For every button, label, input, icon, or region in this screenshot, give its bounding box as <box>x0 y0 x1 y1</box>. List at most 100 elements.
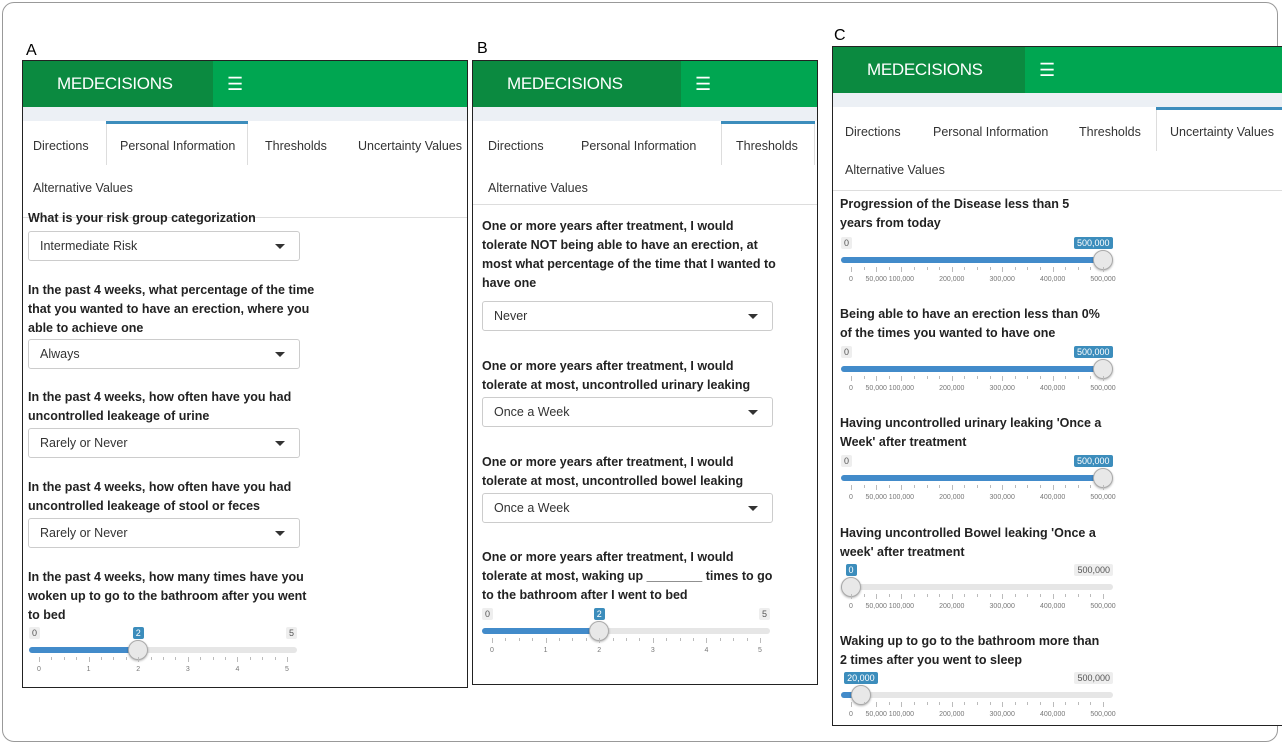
slider-ticks <box>841 702 1113 708</box>
slider-minor-tick <box>1065 594 1067 597</box>
slider-major-tick <box>951 594 953 599</box>
urinary-uncertainty-slider[interactable]: 0 500,000 500,000 0 50,000100,000 200,000 300,… <box>841 455 1116 507</box>
slider-major-tick <box>876 485 878 490</box>
slider-minor-tick <box>200 657 202 660</box>
slider-major-tick <box>901 376 903 381</box>
slider-track[interactable] <box>841 584 1113 590</box>
urine-select[interactable]: Rarely or Never <box>28 428 300 458</box>
slider-major-tick <box>851 702 852 707</box>
tab-bar: Directions Personal Information Threshol… <box>473 121 817 205</box>
slider-min-label: 0 <box>482 608 494 620</box>
slider-minor-tick <box>1065 267 1067 270</box>
slider-major-tick <box>138 657 140 662</box>
bathroom-uncertainty-slider[interactable]: 0500,00020,000050,000100,000200,000300,0… <box>841 672 1116 724</box>
tab-alternative-values[interactable]: Alternative Values <box>33 181 133 195</box>
erection-threshold-select[interactable]: Never <box>482 301 773 331</box>
tab-uncertainty-values[interactable]: Uncertainty Values <box>358 139 462 153</box>
slider-minor-tick <box>888 702 890 705</box>
slider-tick-label: 500,000 <box>1090 603 1116 610</box>
hamburger-icon[interactable]: ☰ <box>213 61 243 107</box>
risk-group-select[interactable]: Intermediate Risk <box>28 231 300 261</box>
tab-personal-information[interactable]: Personal Information <box>581 139 696 153</box>
slider-minor-tick <box>1040 594 1041 597</box>
slider-major-tick <box>901 594 903 599</box>
slider-tick-label: 400,000 <box>1039 603 1066 610</box>
slider-minor-tick <box>964 594 966 597</box>
question-erection-threshold: One or more years after treatment, I wou… <box>482 219 776 290</box>
slider-major-tick <box>1002 267 1004 272</box>
slider-tick-label: 0 <box>849 711 853 718</box>
bowel-uncertainty-slider[interactable]: 0500,0000050,000100,000200,000300,000400… <box>841 564 1116 616</box>
urinary-threshold-select[interactable]: Once a Week <box>482 397 773 427</box>
caret-down-icon <box>275 352 285 357</box>
slider-minor-tick <box>518 638 520 641</box>
slider-major-tick <box>901 267 903 272</box>
bathroom-slider[interactable]: 0 5 2 0 1 2 3 4 5 <box>29 627 297 683</box>
app-brand[interactable]: MEDECISIONS <box>473 61 681 107</box>
tab-personal-information[interactable]: Personal Information <box>106 121 248 165</box>
slider-tick-label: 50,000 <box>865 711 887 718</box>
slider-minor-tick <box>1040 376 1041 379</box>
slider-tick-label: 3 <box>185 666 190 673</box>
stool-select[interactable]: Rarely or Never <box>28 518 300 548</box>
slider-ticks <box>841 485 1113 491</box>
panel-a: MEDECISIONS ☰ Directions Personal Inform… <box>22 60 468 688</box>
caret-down-icon <box>275 244 285 249</box>
slider-minor-tick <box>679 638 681 641</box>
panel-b: MEDECISIONS ☰ Directions Personal Inform… <box>472 60 818 685</box>
question-progression: Progression of the Disease less than 5 y… <box>840 197 1070 230</box>
slider-minor-tick <box>863 267 865 270</box>
bathroom-threshold-slider[interactable]: 0 5 2 0 1 2 3 4 5 <box>482 608 770 664</box>
slider-major-tick <box>237 657 239 662</box>
slider-minor-tick <box>989 267 991 270</box>
tab-personal-information[interactable]: Personal Information <box>933 125 1048 139</box>
app-brand[interactable]: MEDECISIONS <box>833 47 1025 93</box>
hamburger-icon[interactable]: ☰ <box>1025 47 1055 93</box>
slider-minor-tick <box>572 638 574 641</box>
question-bathroom: In the past 4 weeks, how many times have… <box>28 570 307 622</box>
bowel-threshold-select[interactable]: Once a Week <box>482 493 773 523</box>
slider-minor-tick <box>926 267 928 270</box>
tab-directions[interactable]: Directions <box>33 139 89 153</box>
slider-major-tick <box>706 638 708 643</box>
tab-alternative-values[interactable]: Alternative Values <box>488 181 588 195</box>
slider-minor-tick <box>113 657 115 660</box>
slider-minor-tick <box>1027 267 1029 270</box>
app-brand[interactable]: MEDECISIONS <box>23 61 213 107</box>
tab-thresholds[interactable]: Thresholds <box>1079 125 1141 139</box>
slider-value-label: 0 <box>845 564 857 576</box>
slider-major-tick <box>1103 702 1104 707</box>
slider-minor-tick <box>505 638 507 641</box>
tab-thresholds[interactable]: Thresholds <box>721 121 815 165</box>
slider-major-tick <box>951 267 953 272</box>
slider-tick-label: 100,000 <box>888 276 915 283</box>
slider-minor-tick <box>964 702 966 705</box>
tab-directions[interactable]: Directions <box>488 139 544 153</box>
slider-minor-tick <box>914 267 915 270</box>
slider-minor-tick <box>1090 594 1092 597</box>
panel-label-a: A <box>26 42 37 59</box>
slider-value-label: 20,000 <box>844 672 878 684</box>
tab-thresholds[interactable]: Thresholds <box>265 139 327 153</box>
progression-slider[interactable]: 0 500,000 500,000 0 50,000100,000 200,000 300,… <box>841 237 1116 289</box>
slider-tick-label: 200,000 <box>939 276 965 283</box>
slider-minor-tick <box>733 638 735 641</box>
slider-minor-tick <box>666 638 668 641</box>
slider-major-tick <box>545 638 547 643</box>
slider-major-tick <box>1052 594 1054 599</box>
slider-minor-tick <box>1065 376 1067 379</box>
slider-major-tick <box>760 638 761 643</box>
slider-tick-label: 5 <box>285 666 289 673</box>
slider-minor-tick <box>639 638 641 641</box>
slider-tick-label: 500,000 <box>1090 385 1116 392</box>
slider-major-tick <box>599 638 601 643</box>
tab-alternative-values[interactable]: Alternative Values <box>845 163 945 177</box>
tab-uncertainty-values[interactable]: Uncertainty Values <box>1156 107 1282 151</box>
slider-tick-label: 4 <box>235 666 240 673</box>
question-stool: In the past 4 weeks, how often have you … <box>28 480 292 513</box>
hamburger-icon[interactable]: ☰ <box>681 61 711 107</box>
tab-directions[interactable]: Directions <box>845 125 901 139</box>
erection-uncertainty-slider[interactable]: 0 500,000 500,000 0 50,000100,000 200,000 300,… <box>841 346 1116 398</box>
erection-select[interactable]: Always <box>28 339 300 369</box>
slider-track[interactable] <box>841 692 1113 698</box>
